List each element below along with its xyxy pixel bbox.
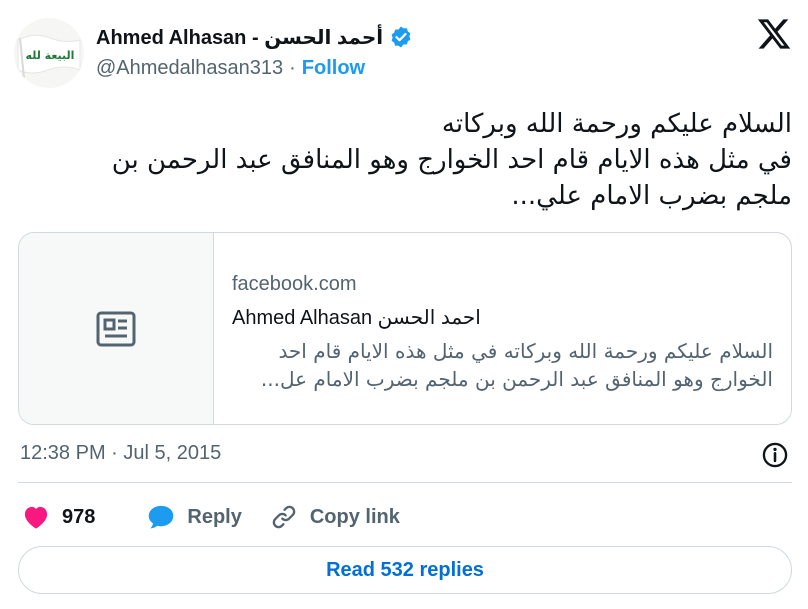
card-description-line: السلام عليكم ورحمة الله وبركاته في مثل ه… [278,339,773,363]
action-bar: 978 Reply Copy link [22,501,428,533]
tweet-line: السلام عليكم ورحمة الله وبركاته [441,109,792,139]
read-replies-button[interactable]: Read 532 replies [18,546,792,594]
copy-link-button[interactable]: Copy link [270,503,400,531]
tweet-text: السلام عليكم ورحمة الله وبركاته في مثل ه… [22,106,792,214]
avatar[interactable]: البيعة لله [14,18,84,88]
reply-label: Reply [187,505,242,528]
card-title: Ahmed Alhasan احمد الحسن [232,307,481,329]
follow-button[interactable]: Follow [302,57,365,80]
heart-icon [24,506,48,529]
flag-icon: البيعة لله [14,18,84,88]
card-description: السلام عليكم ورحمة الله وبركاته في مثل ه… [233,337,773,393]
link-icon [272,505,296,529]
like-button[interactable]: 978 [22,504,95,530]
author-row: Ahmed Alhasan - أحمد الحسن [96,22,413,52]
like-count: 978 [62,505,96,528]
copy-link-label: Copy link [309,505,400,528]
separator-dot: · [289,57,296,79]
card-description-line: الخوارج وهو المنافق عبد الرحمن بن ملجم ب… [260,367,773,391]
card-thumbnail [19,233,214,424]
x-logo-icon[interactable] [756,16,792,52]
author-handle[interactable]: @Ahmedalhasan313 [96,57,283,80]
author-name[interactable]: Ahmed Alhasan - أحمد الحسن [96,25,383,50]
info-icon[interactable] [761,441,789,469]
speech-bubble-icon [149,505,174,529]
tweet-timestamp[interactable]: 12:38 PM · Jul 5, 2015 [20,442,221,465]
card-domain: facebook.com [232,273,357,295]
handle-row: @Ahmedalhasan313 · Follow [96,57,365,80]
divider [18,482,792,483]
tweet-line: ملجم بضرب الامام علي... [511,181,792,211]
tweet-line: في مثل هذه الايام قام احد الخوارج وهو ال… [111,145,792,175]
avatar-banner-text: البيعة لله [26,49,75,62]
verified-badge-icon [391,26,411,48]
article-icon [96,311,136,346]
link-preview-card[interactable]: facebook.com Ahmed Alhasan احمد الحسن ال… [18,232,792,425]
reply-button[interactable]: Reply [147,504,242,530]
